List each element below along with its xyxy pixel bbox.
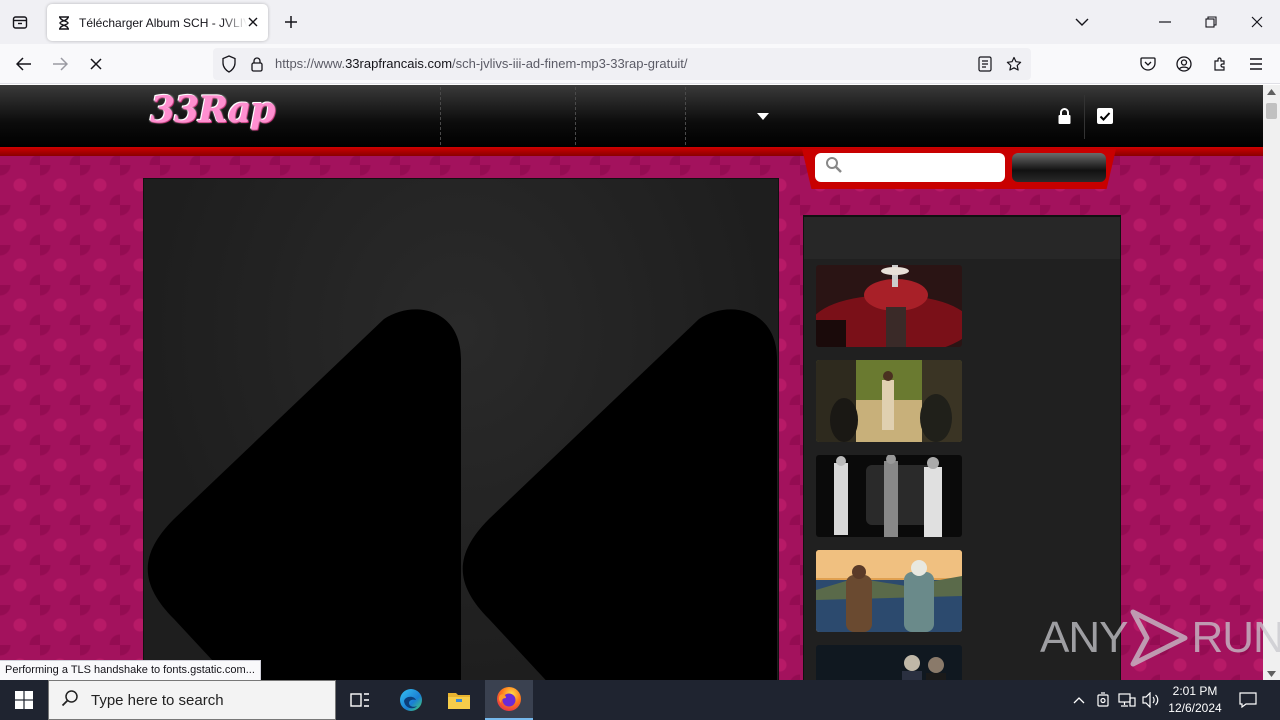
account-icon[interactable] [1170,50,1198,78]
reader-view-icon[interactable] [975,54,995,74]
new-tab-button[interactable] [278,8,304,36]
device-icon[interactable] [1093,680,1113,720]
taskbar-search-placeholder: Type here to search [91,691,224,709]
main-content-panel [143,178,779,680]
extensions-puzzle-icon[interactable] [1206,50,1234,78]
rewind-icon [147,309,777,680]
stop-loading-icon[interactable] [82,50,110,78]
show-hidden-icons-chevron-icon[interactable] [1069,680,1089,720]
video-thumbnail[interactable] [816,455,962,537]
minimize-icon[interactable] [1142,0,1188,44]
watermark-right: RUN [1191,613,1280,662]
system-clock[interactable]: 2:01 PM 12/6/2024 [1163,683,1227,717]
url-text[interactable]: https://www.33rapfrancais.com/sch-jvlivs… [275,56,688,71]
search-field[interactable] [815,153,1005,182]
menu-divider [440,87,441,145]
scrollbar-thumb[interactable] [1266,103,1277,119]
status-bar-text: Performing a TLS handshake to fonts.gsta… [0,660,261,681]
bookmark-star-icon[interactable] [1004,54,1024,74]
video-thumbnail[interactable] [816,550,962,632]
menu-divider [685,87,686,145]
volume-icon[interactable] [1140,680,1162,720]
windows-start-icon[interactable] [0,680,48,720]
scroll-up-arrow-icon[interactable] [1267,87,1276,96]
site-header: 33Rap [0,85,1263,147]
site-logo[interactable]: 33Rap [150,89,275,131]
page-scrollbar[interactable] [1263,85,1280,680]
restore-icon[interactable] [1188,0,1234,44]
list-all-tabs-icon[interactable] [1059,0,1105,44]
forward-arrow-icon[interactable] [46,50,74,78]
padlock-icon[interactable] [247,54,267,74]
navigation-bar: https://www.33rapfrancais.com/sch-jvlivs… [0,44,1280,84]
url-host: 33rapfrancais.com [345,56,453,71]
tab-bar: Télécharger Album SCH - JVLIVS III [0,0,1280,44]
active-tab[interactable]: Télécharger Album SCH - JVLIVS III [47,4,268,41]
back-arrow-icon[interactable] [10,50,38,78]
search-icon [61,689,79,712]
register-check-icon[interactable] [1096,107,1114,125]
notifications-icon[interactable] [1234,680,1262,720]
pocket-icon[interactable] [1134,50,1162,78]
play-logo-icon [1130,609,1188,667]
url-path: /sch-jvlivs-iii-ad-finem-mp3-33rap-gratu… [452,56,688,71]
menu-divider [575,87,576,145]
url-prefix: https://www. [275,56,346,71]
edge-browser-icon[interactable] [387,680,435,720]
hamburger-menu-icon[interactable] [1242,50,1270,78]
anyrun-watermark: ANY RUN [1040,608,1280,668]
clock-date: 12/6/2024 [1168,701,1222,715]
url-bar[interactable]: https://www.33rapfrancais.com/sch-jvlivs… [213,48,1031,80]
windows-taskbar: Type here to search 2:01 PM 12/6/2024 [0,680,1280,720]
tracking-protection-shield-icon[interactable] [219,54,239,74]
page-viewport: 33Rap [0,85,1263,680]
firefox-view-icon[interactable] [6,8,34,36]
scroll-down-arrow-icon[interactable] [1267,669,1276,678]
video-thumbnail[interactable] [816,360,962,442]
close-tab-icon[interactable] [246,15,260,29]
tab-title: Télécharger Album SCH - JVLIVS III [79,15,247,30]
magnifier-icon [825,156,843,179]
network-icon[interactable] [1116,680,1138,720]
video-thumbnail[interactable] [816,265,962,347]
taskbar-search-box[interactable]: Type here to search [48,680,336,720]
loading-hourglass-icon [57,15,71,30]
firefox-taskbar-icon[interactable] [485,680,533,720]
search-button[interactable] [1012,153,1106,182]
header-separator [1084,95,1085,139]
login-lock-icon[interactable] [1054,105,1074,127]
file-explorer-icon[interactable] [435,680,483,720]
watermark-left: ANY [1040,613,1128,662]
dropdown-caret-icon[interactable] [756,111,770,121]
clock-time: 2:01 PM [1172,684,1218,698]
video-thumbnail[interactable] [816,645,962,680]
sidebar-header [804,217,1120,259]
task-view-icon[interactable] [336,680,384,720]
search-input[interactable] [849,160,999,175]
close-window-icon[interactable] [1234,0,1280,44]
